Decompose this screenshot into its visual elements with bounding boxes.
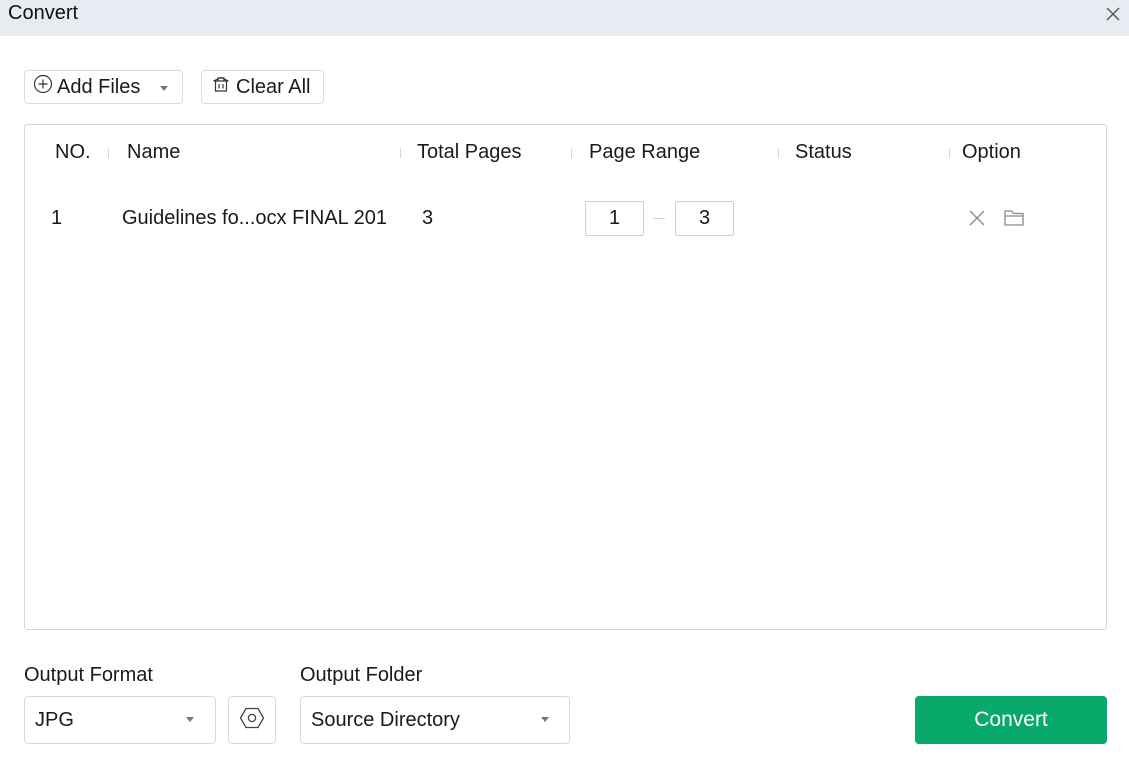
output-format-value: JPG [35, 709, 74, 731]
row-number: 1 [51, 207, 63, 229]
file-table: NO. Name Total Pages Page Range Status O… [24, 124, 1107, 630]
open-folder-icon[interactable] [1003, 208, 1025, 233]
output-format-label: Output Format [24, 664, 153, 686]
clear-all-label: Clear All [236, 75, 311, 98]
caret-down-icon [541, 717, 549, 722]
column-separator[interactable] [571, 148, 572, 158]
page-range-to-input[interactable] [675, 201, 734, 236]
column-separator[interactable] [778, 148, 779, 158]
plus-circle-icon [33, 74, 53, 100]
range-dash [653, 218, 665, 219]
column-header-total-pages: Total Pages [417, 141, 522, 163]
format-settings-button[interactable] [228, 696, 276, 744]
remove-icon[interactable] [967, 208, 987, 233]
output-folder-select[interactable]: Source Directory [300, 696, 570, 744]
column-header-name: Name [127, 141, 181, 163]
page-range-from-input[interactable] [585, 201, 644, 236]
title-bar: Convert [0, 0, 1129, 36]
trash-icon [211, 74, 231, 100]
hexagon-settings-icon [239, 705, 265, 736]
add-files-label: Add Files [57, 75, 141, 98]
caret-down-icon [186, 717, 194, 722]
column-separator[interactable] [108, 148, 109, 158]
output-folder-value: Source Directory [311, 709, 460, 731]
column-header-page-range: Page Range [589, 141, 701, 163]
column-header-option: Option [962, 141, 1021, 163]
output-format-select[interactable]: JPG [24, 696, 216, 744]
window-title: Convert [8, 2, 79, 24]
add-files-button[interactable]: Add Files [24, 70, 183, 104]
column-separator[interactable] [949, 148, 950, 158]
column-separator[interactable] [400, 148, 401, 158]
close-icon[interactable] [1103, 4, 1123, 24]
output-folder-label: Output Folder [300, 664, 423, 686]
convert-button[interactable]: Convert [915, 696, 1107, 744]
total-pages: 3 [422, 207, 434, 229]
column-header-status: Status [795, 141, 852, 163]
file-name: Guidelines fo...ocx FINAL 201 [122, 207, 387, 229]
clear-all-button[interactable]: Clear All [201, 70, 324, 104]
column-header-no: NO. [55, 141, 91, 163]
caret-down-icon[interactable] [160, 86, 168, 91]
